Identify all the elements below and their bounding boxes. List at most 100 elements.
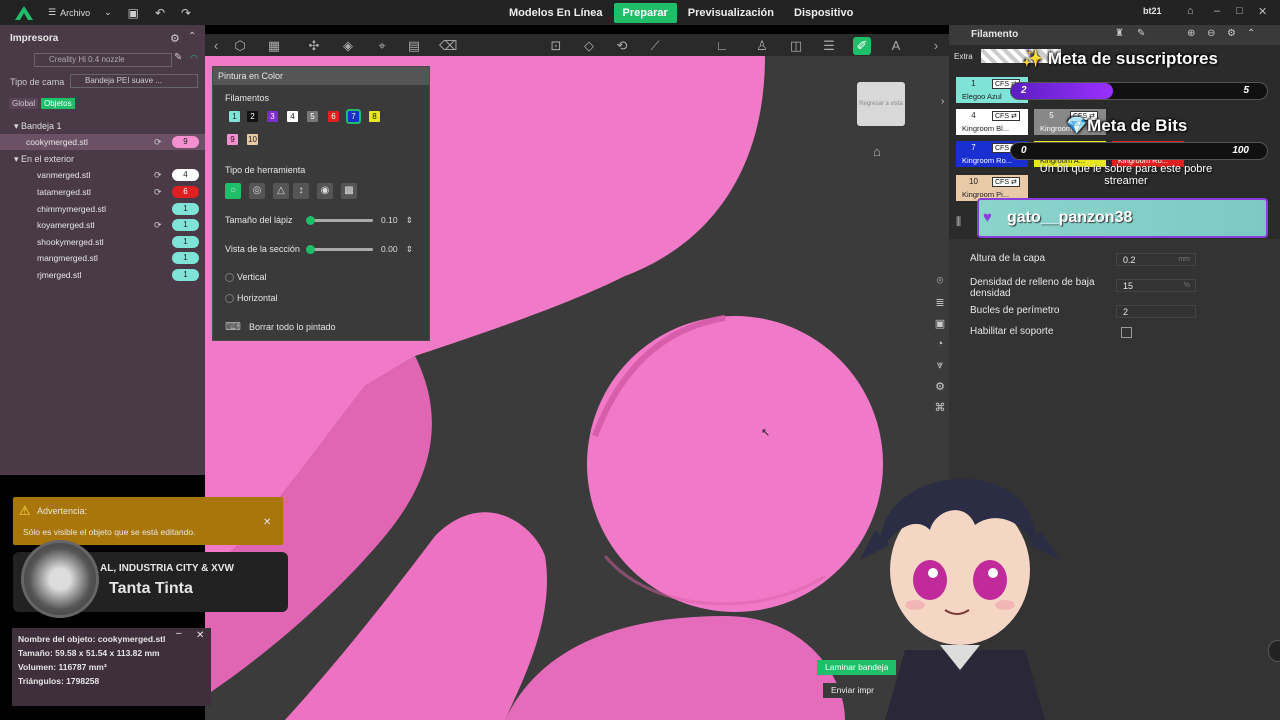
outside-node[interactable]: ▾ En el exterior	[14, 154, 74, 165]
filament-swatch[interactable]: 9	[227, 134, 238, 145]
cube-icon[interactable]: ◇	[580, 37, 598, 55]
file-menu-button[interactable]: ☰ Archivo ⌄	[48, 7, 112, 18]
text-icon[interactable]: A	[887, 37, 905, 55]
user-name[interactable]: bt21	[1143, 6, 1162, 16]
tab-online-models[interactable]: Modelos En Línea	[500, 3, 612, 23]
collapse-chat-button[interactable]	[1268, 640, 1280, 662]
cfs-badge[interactable]: CFS ⇄	[992, 111, 1020, 121]
filament-badge[interactable]: 1	[172, 219, 199, 231]
maximize-icon[interactable]: □	[1236, 5, 1243, 17]
sphere-tool-icon[interactable]: ◎	[249, 183, 265, 199]
vertical-radio[interactable]: Vertical	[225, 272, 267, 282]
section-view-input[interactable]: 0.00 ⇕	[381, 243, 419, 256]
plate-node[interactable]: ▾ Bandeja 1	[14, 121, 62, 132]
rotate-icon[interactable]: ⟲	[613, 37, 631, 55]
height-range-tool-icon[interactable]: ↕	[293, 183, 309, 199]
slider-knob[interactable]	[306, 245, 315, 254]
pencil-size-input[interactable]: 0.10 ⇕	[381, 214, 419, 227]
object-list-item[interactable]: shookymerged.stl 1	[0, 234, 205, 250]
edit-icon[interactable]: ✎	[1137, 28, 1145, 39]
home-icon[interactable]: ⌂	[873, 144, 881, 159]
gap-fill-tool-icon[interactable]: ▩	[341, 183, 357, 199]
erase-icon[interactable]: ⌫	[439, 37, 457, 55]
tab-global[interactable]: Global	[9, 98, 39, 109]
tab-device[interactable]: Dispositivo	[785, 3, 862, 23]
grid-plate-icon[interactable]: ▦	[265, 37, 283, 55]
remove-filament-icon[interactable]: ⊖	[1207, 28, 1215, 39]
add-filament-icon[interactable]: ⊕	[1187, 28, 1195, 39]
support-icon[interactable]: ⌂	[1187, 5, 1194, 17]
tab-prepare[interactable]: Preparar	[613, 2, 677, 23]
strength-icon[interactable]: ≣	[932, 296, 948, 317]
minimize-icon[interactable]: –	[176, 628, 182, 639]
slider-knob[interactable]	[306, 216, 315, 225]
auto-orient-icon[interactable]: ⌖	[373, 37, 391, 55]
setting-input[interactable]: 2	[1116, 305, 1196, 318]
close-icon[interactable]: ✕	[1258, 5, 1267, 18]
object-list-item[interactable]: chimmymerged.stl 1	[0, 201, 205, 217]
seam-icon[interactable]: ◫	[787, 37, 805, 55]
object-list-item[interactable]: vanmerged.stl ⟳ 4	[0, 167, 205, 183]
collapse-right-icon[interactable]: ›	[941, 96, 944, 107]
quality-icon[interactable]: ⌾	[932, 275, 948, 296]
filament-swatch[interactable]: 6	[328, 111, 339, 122]
undo-icon[interactable]: ↶	[155, 6, 165, 20]
circle-tool-icon[interactable]: ○	[225, 183, 241, 199]
filament-badge[interactable]: 1	[172, 252, 199, 264]
horizontal-radio[interactable]: Horizontal	[225, 293, 278, 303]
filament-swatch[interactable]: 2	[247, 111, 258, 122]
others-icon[interactable]: ⚙	[932, 380, 948, 401]
plates-icon[interactable]: ▤	[405, 37, 423, 55]
infill-icon[interactable]: ▣	[932, 317, 948, 338]
edit-icon[interactable]: ✎	[174, 52, 182, 63]
minimize-icon[interactable]: –	[1214, 5, 1220, 17]
add-object-icon[interactable]: ⬡	[231, 37, 249, 55]
stepper-icon[interactable]: ⇕	[406, 244, 413, 254]
expand-right-icon[interactable]: ›	[927, 37, 945, 55]
filament-swatch[interactable]: 3	[267, 111, 278, 122]
printer-select[interactable]: Creality Hi 0.4 nozzle	[34, 53, 172, 67]
layers-icon[interactable]: ☰	[820, 37, 838, 55]
filament-swatch[interactable]: 7	[346, 109, 361, 124]
setting-input[interactable]: 0.2 mm	[1116, 253, 1196, 266]
close-icon[interactable]: ✕	[263, 517, 271, 528]
filament-badge[interactable]: 1	[172, 203, 199, 215]
object-list-item[interactable]: cookymerged.stl ⟳ 9	[0, 134, 205, 150]
collapse-icon[interactable]: ⌃	[1247, 28, 1255, 39]
collapse-icon[interactable]: ⌃	[188, 31, 196, 42]
filament-badge[interactable]: 4	[172, 169, 199, 181]
filament-badge[interactable]: 1	[172, 269, 199, 281]
stepper-icon[interactable]: ⇕	[406, 215, 413, 225]
filament-badge[interactable]: 6	[172, 186, 199, 198]
sync-icon[interactable]: ♜	[1115, 28, 1124, 39]
color-paint-icon[interactable]: ✐	[853, 37, 871, 55]
section-view-slider[interactable]	[306, 245, 373, 254]
orient-icon[interactable]: ◈	[339, 37, 357, 55]
collapse-left-icon[interactable]: ‹	[207, 37, 225, 55]
send-print-button[interactable]: Enviar impr	[823, 683, 882, 698]
tab-objects[interactable]: Objetos	[41, 98, 75, 109]
triangle-tool-icon[interactable]: △	[273, 183, 289, 199]
filament-badge[interactable]: 1	[172, 236, 199, 248]
clear-all-paint-button[interactable]: Borrar todo lo pintado	[249, 322, 336, 332]
support-paint-icon[interactable]: ♙	[753, 37, 771, 55]
measure-icon[interactable]: ∟	[713, 37, 731, 55]
filament-name[interactable]: Kingroom Bl...	[962, 124, 1009, 133]
filament-swatch[interactable]: 8	[369, 111, 380, 122]
cut-icon[interactable]: ⟋	[646, 37, 664, 55]
object-list-item[interactable]: mangmerged.stl 1	[0, 250, 205, 266]
filament-name[interactable]: Kingroom Ro...	[962, 156, 1012, 165]
settings-icon[interactable]: ⚙	[170, 32, 180, 45]
support-icon[interactable]: ⩔	[932, 359, 948, 380]
object-list-item[interactable]: rjmerged.stl 1	[0, 267, 205, 283]
enable-support-checkbox[interactable]	[1121, 327, 1132, 338]
fill-tool-icon[interactable]: ◉	[317, 183, 333, 199]
filament-swatch[interactable]: 1	[229, 111, 240, 122]
pencil-size-slider[interactable]	[306, 216, 373, 225]
multi-material-icon[interactable]: ⌘	[932, 401, 948, 422]
slice-plate-button[interactable]: Laminar bandeja	[817, 660, 897, 675]
arrange-icon[interactable]: ✣	[305, 37, 323, 55]
filament-swatch[interactable]: 10	[247, 134, 258, 145]
filament-name[interactable]: Elegoo Azul	[962, 92, 1002, 101]
object-list-item[interactable]: tatamerged.stl ⟳ 6	[0, 184, 205, 200]
